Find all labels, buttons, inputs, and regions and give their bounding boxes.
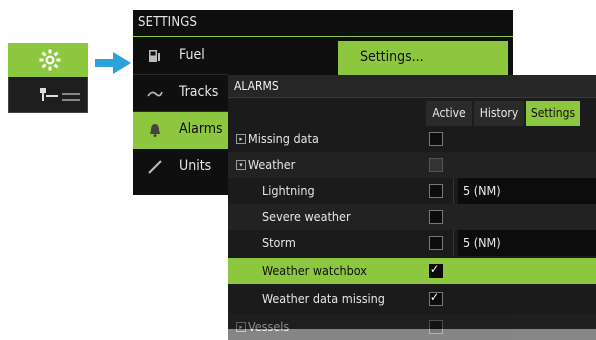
bell-icon	[150, 124, 160, 137]
settings-item-units[interactable]: Units	[133, 149, 228, 186]
settings-item-alarms[interactable]: Alarms	[133, 112, 228, 149]
alarm-checkbox[interactable]	[429, 262, 443, 278]
fuel-icon	[149, 50, 160, 62]
alarm-row-weather-watchbox[interactable]: Weather watchbox	[228, 258, 596, 284]
settings-title-divider	[133, 36, 513, 37]
collapse-icon[interactable]: ▾	[236, 160, 246, 170]
alarm-row-label: Missing data	[248, 131, 319, 146]
ruler-icon	[148, 160, 162, 174]
alarm-row-label: Weather data missing	[262, 291, 385, 306]
alarm-row-label: Vessels	[248, 319, 290, 334]
alarm-row-missing-data[interactable]: ▸ Missing data	[228, 126, 596, 152]
alarm-value: 5 (NM)	[463, 235, 501, 250]
arrow-right-icon	[95, 52, 131, 74]
alarm-value-field[interactable]: 5 (NM)	[458, 230, 596, 256]
settings-item-label: Fuel	[179, 47, 205, 63]
gear-icon	[39, 49, 61, 71]
alarms-title: ALARMS	[234, 79, 279, 93]
alarm-row-label: Storm	[262, 235, 296, 250]
settings-item-label: Alarms	[179, 121, 223, 137]
alarms-dialog: ALARMS Active History Settings ▸ Missing…	[228, 75, 596, 340]
tab-settings[interactable]: Settings	[526, 101, 580, 126]
alarm-row-storm[interactable]: Storm 5 (NM)	[228, 230, 596, 256]
divider	[453, 178, 454, 204]
settings-item-fuel[interactable]: Fuel	[133, 38, 228, 75]
alarm-checkbox[interactable]	[429, 132, 443, 146]
alarm-value: 5 (NM)	[463, 183, 501, 198]
alarm-row-label: Lightning	[262, 183, 315, 198]
alarm-row-lightning[interactable]: Lightning 5 (NM)	[228, 178, 596, 204]
alarms-header	[228, 75, 596, 98]
alarm-checkbox[interactable]	[429, 236, 443, 250]
alarm-row-label: Weather watchbox	[262, 263, 367, 278]
settings-item-label: Tracks	[179, 84, 219, 100]
settings-item-label: Units	[179, 158, 212, 174]
alarm-row-label: Severe weather	[262, 209, 351, 224]
alarm-value-field[interactable]: 5 (NM)	[458, 178, 596, 204]
settings-item-tracks[interactable]: Tracks	[133, 75, 228, 112]
alarms-settings-option-label: Settings...	[360, 49, 424, 65]
alarm-row-weather[interactable]: ▾ Weather	[228, 152, 596, 178]
alarm-checkbox[interactable]	[429, 290, 443, 306]
alarm-checkbox[interactable]	[429, 158, 443, 172]
alarm-checkbox[interactable]	[429, 184, 443, 198]
tracks-icon	[147, 91, 163, 97]
settings-title: SETTINGS	[138, 15, 198, 30]
divider	[453, 230, 454, 256]
alarms-settings-option[interactable]: Settings...	[338, 41, 508, 76]
alarm-row-vessels[interactable]: ▸ Vessels	[228, 314, 596, 340]
expand-icon[interactable]: ▸	[236, 134, 246, 144]
vessel-settings-icon	[40, 88, 80, 101]
alarm-row-weather-data-missing[interactable]: Weather data missing	[228, 286, 596, 312]
alarm-checkbox[interactable]	[429, 320, 443, 334]
alarm-checkbox[interactable]	[429, 210, 443, 224]
alarm-row-label: Weather	[248, 157, 296, 172]
settings-shortcut-card[interactable]	[8, 43, 88, 113]
tab-active[interactable]: Active	[426, 101, 472, 126]
tab-history[interactable]: History	[474, 101, 524, 126]
alarm-row-severe-weather[interactable]: Severe weather	[228, 204, 596, 230]
expand-icon[interactable]: ▸	[236, 322, 246, 332]
